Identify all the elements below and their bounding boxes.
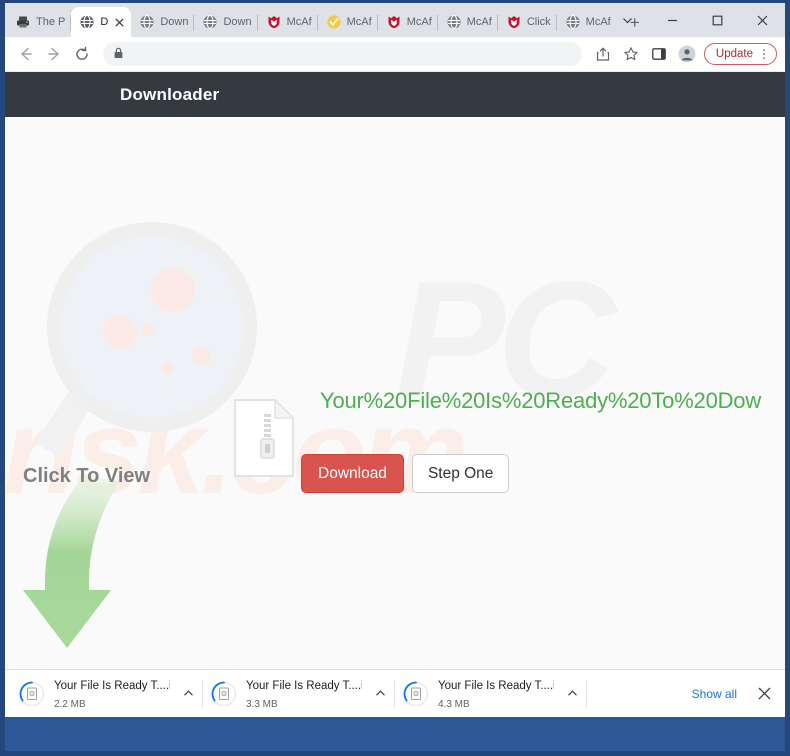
download-file-size: 3.3 MB — [246, 698, 278, 710]
avatar[interactable] — [674, 41, 700, 67]
download-button[interactable]: Download — [301, 454, 404, 494]
download-progress-icon — [211, 681, 237, 707]
download-meta: Your File Is Ready T....iso 2.2 MB — [54, 676, 170, 712]
close-icon[interactable] — [113, 16, 125, 28]
window-controls — [605, 3, 785, 37]
maximize-icon[interactable] — [695, 4, 740, 36]
browser-tab-6[interactable]: McAf — [378, 7, 438, 37]
close-icon[interactable] — [740, 4, 785, 36]
zip-file-icon — [233, 398, 295, 483]
browser-tab-5[interactable]: McAf — [318, 7, 378, 37]
printer-icon — [15, 14, 31, 30]
download-file-size: 2.2 MB — [54, 698, 86, 710]
curved-down-arrow-icon — [15, 472, 145, 667]
chevron-up-icon[interactable] — [179, 685, 197, 703]
tab-label: Click — [526, 16, 551, 28]
step-one-button[interactable]: Step One — [411, 454, 510, 494]
globe-icon — [202, 14, 218, 30]
chevron-up-icon[interactable] — [371, 685, 389, 703]
globe-icon — [446, 14, 462, 30]
tab-strip: The P D Down Down McAf McAf McAf McAf Cl… — [5, 3, 785, 37]
download-item[interactable]: Your File Is Ready T....iso 2.2 MB — [11, 673, 203, 715]
download-item[interactable]: Your File Is Ready T....iso 4.3 MB — [395, 673, 587, 715]
download-progress-icon — [403, 681, 429, 707]
forward-icon[interactable] — [41, 41, 67, 67]
tab-label: Down — [160, 16, 189, 28]
action-button-row: Download Step One — [301, 454, 510, 494]
tab-label: McAf — [346, 16, 372, 28]
browser-toolbar: Update ⋮ — [5, 37, 785, 72]
browser-tab-2[interactable]: Down — [131, 7, 195, 37]
page-title: Downloader — [120, 84, 220, 104]
downloads-bar: Your File Is Ready T....iso 2.2 MB Your … — [5, 669, 785, 717]
update-button[interactable]: Update ⋮ — [703, 43, 777, 65]
lock-icon — [113, 47, 124, 62]
download-meta: Your File Is Ready T....iso 4.3 MB — [438, 676, 554, 712]
bookmark-star-icon[interactable] — [618, 41, 644, 67]
chevron-up-icon[interactable] — [563, 685, 581, 703]
web-page: Downloader PC risk.com — [5, 72, 785, 669]
download-item[interactable]: Your File Is Ready T....iso 3.3 MB — [203, 673, 395, 715]
mcafee-shield-icon — [386, 14, 402, 30]
globe-icon — [79, 14, 95, 30]
tab-label: McAf — [406, 16, 432, 28]
page-content: PC risk.com — [5, 117, 785, 669]
click-to-view-label: Click To View — [23, 465, 151, 487]
address-bar[interactable] — [103, 42, 582, 66]
reload-icon[interactable] — [69, 41, 95, 67]
tab-label: Down — [223, 16, 252, 28]
site-header: Downloader — [5, 72, 785, 117]
tab-label: McAf — [466, 16, 492, 28]
minimize-icon[interactable] — [650, 4, 695, 36]
browser-tab-1-active[interactable]: D — [71, 7, 132, 37]
browser-tab-3[interactable]: Down — [194, 7, 258, 37]
browser-tab-8[interactable]: Click — [498, 7, 557, 37]
tab-label: D — [100, 16, 109, 28]
close-icon[interactable] — [751, 681, 777, 707]
download-file-size: 4.3 MB — [438, 698, 470, 710]
mcafee-shield-icon — [506, 14, 522, 30]
download-progress-icon — [19, 681, 45, 707]
browser-tab-4[interactable]: McAf — [258, 7, 318, 37]
tab-search-icon[interactable] — [605, 4, 650, 36]
side-panel-icon[interactable] — [646, 41, 672, 67]
share-icon[interactable] — [590, 41, 616, 67]
browser-tab-7[interactable]: McAf — [438, 7, 498, 37]
mcafee-shield-icon — [266, 14, 282, 30]
tab-label: McAf — [286, 16, 312, 28]
download-meta: Your File Is Ready T....iso 3.3 MB — [246, 676, 362, 712]
encoded-filename-text: Your%20File%20Is%20Ready%20To%20Dow — [320, 388, 762, 413]
globe-icon — [139, 14, 155, 30]
tab-label: The P — [36, 16, 66, 28]
download-file-name: Your File Is Ready T....iso — [438, 679, 554, 692]
check-badge-icon — [326, 14, 342, 30]
browser-window: The P D Down Down McAf McAf McAf McAf Cl… — [0, 0, 790, 756]
download-file-name: Your File Is Ready T....iso — [54, 679, 170, 692]
download-file-name: Your File Is Ready T....iso — [246, 679, 362, 692]
show-all-downloads-button[interactable]: Show all — [682, 681, 747, 707]
browser-tab-0[interactable]: The P — [7, 7, 72, 37]
back-icon[interactable] — [13, 41, 39, 67]
globe-icon — [565, 14, 581, 30]
update-label: Update — [715, 48, 753, 60]
chrome-menu-icon[interactable]: ⋮ — [758, 48, 770, 60]
